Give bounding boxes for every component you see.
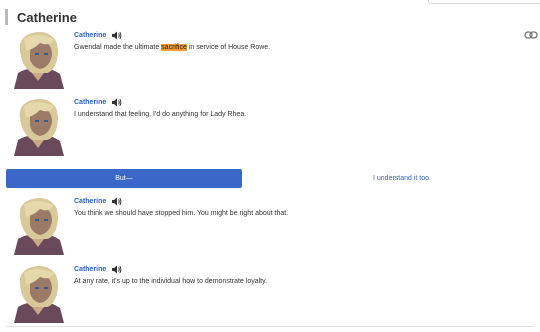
- speaker-icon[interactable]: [112, 197, 122, 206]
- dialogue-choices: But— I understand it too.: [6, 169, 534, 189]
- choice-button-understand[interactable]: I understand it too.: [270, 169, 534, 188]
- dialogue-text: At any rate, it's up to the individual h…: [74, 278, 268, 285]
- highlighted-term[interactable]: sacrifice: [161, 44, 187, 51]
- character-portrait: [14, 266, 64, 323]
- dialogue-entry: Catherine At any rate, it's up to the in…: [0, 263, 540, 329]
- character-portrait: [14, 99, 64, 156]
- dialogue-entry: Catherine Gwendal made the ultimate sacr…: [0, 29, 540, 95]
- speaker-icon[interactable]: [112, 98, 122, 107]
- speaker-name: Catherine: [74, 198, 107, 205]
- dialogue-text: Gwendal made the ultimate sacrifice in s…: [74, 44, 270, 51]
- speaker-icon[interactable]: [112, 31, 122, 40]
- speaker-name: Catherine: [74, 266, 107, 273]
- divider: [6, 326, 534, 327]
- page-header: Catherine: [5, 8, 77, 26]
- dialogue-entry: Catherine I understand that feeling. I'd…: [0, 96, 540, 162]
- page-title: Catherine: [17, 9, 77, 25]
- dialogue-text-part: in service of House Rowe.: [186, 44, 271, 51]
- dialogue-text: You think we should have stopped him. Yo…: [74, 210, 289, 217]
- character-portrait: [14, 198, 64, 255]
- speaker-icon[interactable]: [112, 265, 122, 274]
- choice-button-but[interactable]: But—: [6, 169, 242, 188]
- character-portrait: [14, 32, 64, 89]
- dialogue-text-part: Gwendal made the ultimate: [74, 44, 162, 51]
- speaker-name: Catherine: [74, 99, 107, 106]
- dialogue-text: I understand that feeling. I'd do anythi…: [74, 111, 247, 118]
- speaker-name: Catherine: [74, 32, 107, 39]
- top-tab-edge: [428, 0, 540, 4]
- header-accent-bar: [5, 9, 8, 25]
- dialogue-entry: Catherine You think we should have stopp…: [0, 195, 540, 261]
